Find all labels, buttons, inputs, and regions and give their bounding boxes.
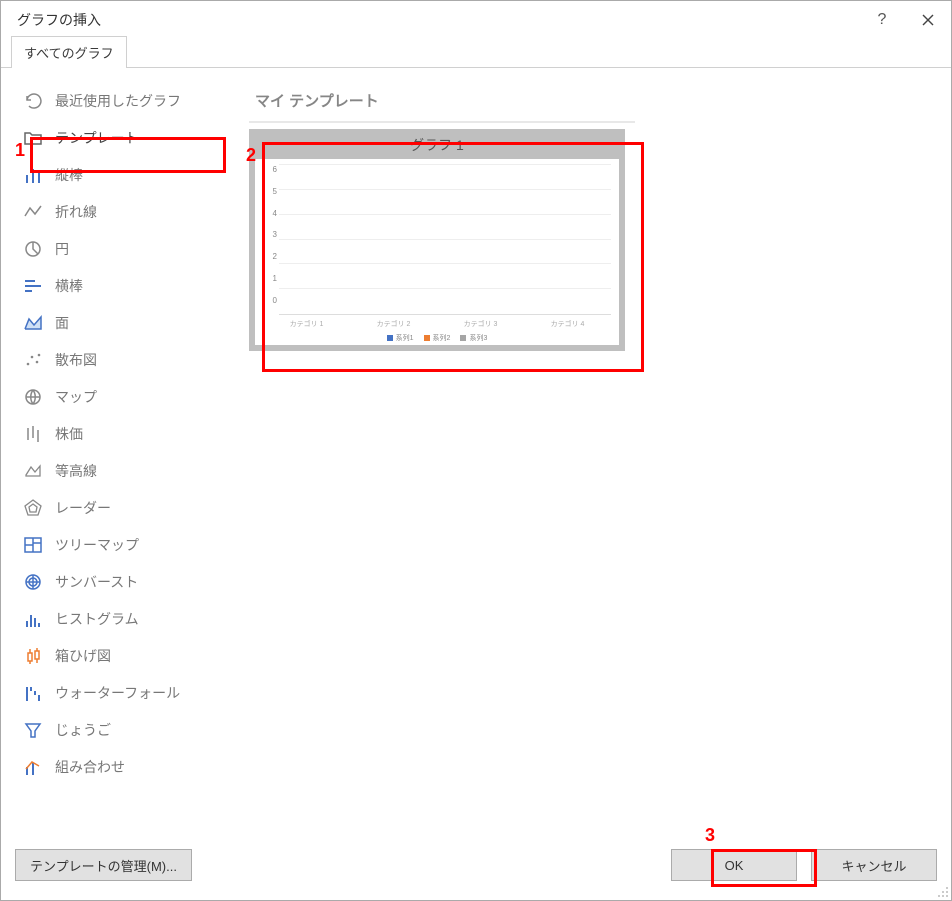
sidebar-item-label: 散布図 bbox=[55, 350, 97, 370]
sidebar-item-label: 等高線 bbox=[55, 461, 97, 481]
map-chart-icon bbox=[21, 385, 45, 409]
stock-chart-icon bbox=[21, 422, 45, 446]
sidebar-item-recent[interactable]: 最近使用したグラフ bbox=[15, 82, 231, 119]
treemap-chart-icon bbox=[21, 533, 45, 557]
sidebar-item-scatter[interactable]: 散布図 bbox=[15, 341, 231, 378]
chart-plot-area bbox=[279, 165, 611, 315]
sidebar-item-label: 面 bbox=[55, 313, 69, 333]
close-button[interactable] bbox=[905, 1, 951, 39]
dialog-body: 最近使用したグラフ テンプレート 縦棒 折れ線 円 横棒 bbox=[1, 68, 951, 840]
sidebar-item-label: 組み合わせ bbox=[55, 757, 125, 777]
sidebar-item-label: マップ bbox=[55, 387, 97, 407]
sidebar-item-label: 横棒 bbox=[55, 276, 83, 296]
template-preview[interactable]: グラフ 1 6543210 カテゴリ 1カテゴリ 2カテゴリ 3カテゴリ 4 系… bbox=[249, 129, 625, 351]
chart-y-axis: 6543210 bbox=[263, 165, 279, 315]
sidebar-item-templates[interactable]: テンプレート bbox=[15, 119, 231, 156]
content-area: マイ テンプレート グラフ 1 6543210 カテゴリ 1カテゴリ 2カテゴリ… bbox=[231, 82, 937, 834]
surface-chart-icon bbox=[21, 459, 45, 483]
sidebar-item-label: じょうご bbox=[55, 720, 111, 740]
cancel-button[interactable]: キャンセル bbox=[811, 849, 937, 881]
tab-all-charts[interactable]: すべてのグラフ bbox=[11, 36, 127, 68]
help-button[interactable]: ? bbox=[859, 1, 905, 39]
sidebar-item-label: サンバースト bbox=[55, 572, 138, 592]
close-icon bbox=[922, 14, 934, 26]
window-title: グラフの挿入 bbox=[17, 10, 101, 30]
chart-legend: 系列1系列2系列3 bbox=[263, 329, 611, 343]
waterfall-chart-icon bbox=[21, 681, 45, 705]
sidebar-item-sunburst[interactable]: サンバースト bbox=[15, 563, 231, 600]
histogram-chart-icon bbox=[21, 607, 45, 631]
sidebar-item-label: ヒストグラム bbox=[55, 609, 139, 629]
sidebar-item-label: 箱ひげ図 bbox=[55, 646, 111, 666]
radar-chart-icon bbox=[21, 496, 45, 520]
undo-icon bbox=[21, 89, 45, 113]
funnel-chart-icon bbox=[21, 718, 45, 742]
chart-x-axis: カテゴリ 1カテゴリ 2カテゴリ 3カテゴリ 4 bbox=[263, 315, 611, 329]
sidebar-item-label: レーダー bbox=[55, 498, 111, 518]
sidebar-item-funnel[interactable]: じょうご bbox=[15, 711, 231, 748]
sidebar-item-pie[interactable]: 円 bbox=[15, 230, 231, 267]
sidebar-item-label: テンプレート bbox=[55, 128, 139, 148]
titlebar: グラフの挿入 ? bbox=[1, 1, 951, 39]
sidebar-item-surface[interactable]: 等高線 bbox=[15, 452, 231, 489]
sidebar-item-combo[interactable]: 組み合わせ bbox=[15, 748, 231, 785]
column-chart-icon bbox=[21, 163, 45, 187]
sidebar-item-label: 株価 bbox=[55, 424, 83, 444]
sidebar-item-map[interactable]: マップ bbox=[15, 378, 231, 415]
sidebar-item-label: 円 bbox=[55, 239, 69, 259]
sidebar-item-label: 縦棒 bbox=[55, 165, 83, 185]
sidebar-item-label: ウォーターフォール bbox=[55, 683, 180, 703]
line-chart-icon bbox=[21, 200, 45, 224]
sidebar-item-bar[interactable]: 横棒 bbox=[15, 267, 231, 304]
scatter-chart-icon bbox=[21, 348, 45, 372]
sidebar-item-line[interactable]: 折れ線 bbox=[15, 193, 231, 230]
sidebar-item-histogram[interactable]: ヒストグラム bbox=[15, 600, 231, 637]
manage-templates-button[interactable]: テンプレートの管理(M)... bbox=[15, 849, 192, 881]
sidebar-item-stock[interactable]: 株価 bbox=[15, 415, 231, 452]
sidebar-item-label: ツリーマップ bbox=[55, 535, 139, 555]
resize-grip-icon[interactable] bbox=[935, 884, 949, 898]
chart-type-sidebar: 最近使用したグラフ テンプレート 縦棒 折れ線 円 横棒 bbox=[15, 82, 231, 834]
sidebar-item-radar[interactable]: レーダー bbox=[15, 489, 231, 526]
preview-title: グラフ 1 bbox=[255, 135, 619, 155]
sidebar-item-waterfall[interactable]: ウォーターフォール bbox=[15, 674, 231, 711]
tabbar: すべてのグラフ bbox=[1, 37, 951, 68]
sunburst-chart-icon bbox=[21, 570, 45, 594]
area-chart-icon bbox=[21, 311, 45, 335]
pie-chart-icon bbox=[21, 237, 45, 261]
sidebar-item-boxwhisker[interactable]: 箱ひげ図 bbox=[15, 637, 231, 674]
folder-icon bbox=[21, 126, 45, 150]
chart-thumbnail: 6543210 カテゴリ 1カテゴリ 2カテゴリ 3カテゴリ 4 系列1系列2系… bbox=[255, 159, 619, 345]
dialog-footer: テンプレートの管理(M)... OK キャンセル bbox=[1, 840, 951, 900]
boxwhisker-chart-icon bbox=[21, 644, 45, 668]
sidebar-item-area[interactable]: 面 bbox=[15, 304, 231, 341]
sidebar-item-label: 最近使用したグラフ bbox=[55, 91, 181, 111]
sidebar-item-treemap[interactable]: ツリーマップ bbox=[15, 526, 231, 563]
combo-chart-icon bbox=[21, 755, 45, 779]
ok-button[interactable]: OK bbox=[671, 849, 797, 881]
insert-chart-dialog: グラフの挿入 ? すべてのグラフ 最近使用したグラフ テンプレート 縦棒 bbox=[0, 0, 952, 901]
sidebar-item-column[interactable]: 縦棒 bbox=[15, 156, 231, 193]
sidebar-item-label: 折れ線 bbox=[55, 202, 97, 222]
section-title: マイ テンプレート bbox=[249, 82, 635, 123]
bar-chart-icon bbox=[21, 274, 45, 298]
